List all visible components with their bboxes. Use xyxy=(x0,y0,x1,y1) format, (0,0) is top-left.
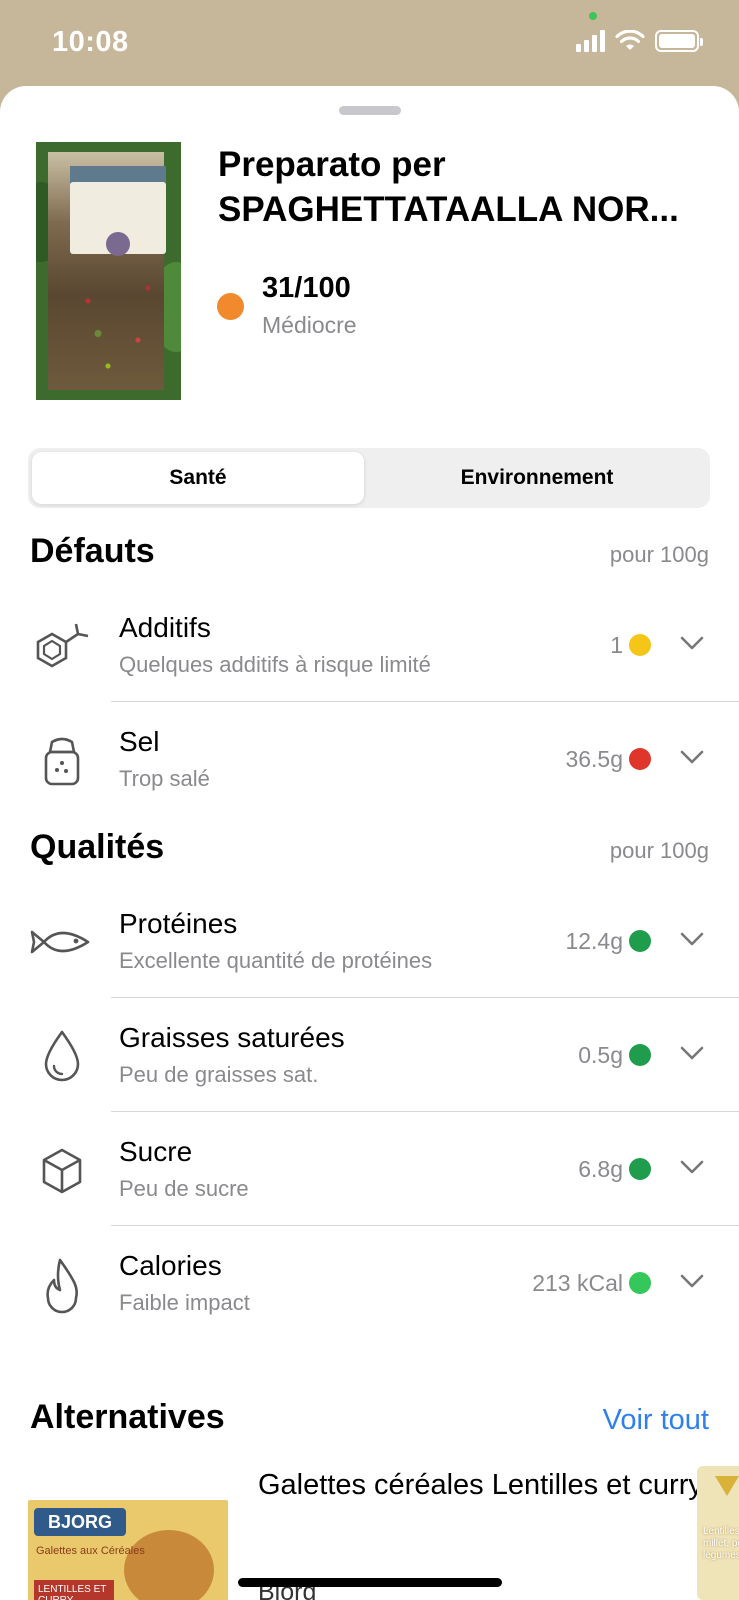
package-band-text: LENTILLES ET CURRY xyxy=(34,1580,114,1600)
molecule-icon xyxy=(36,623,89,668)
chevron-down-icon[interactable] xyxy=(679,1268,705,1294)
row-value: 0.5g xyxy=(578,1042,623,1068)
sheet-grabber[interactable] xyxy=(339,106,401,115)
brand-logo: BJORG xyxy=(34,1508,126,1536)
row-additifs[interactable]: Additifs Quelques additifs à risque limi… xyxy=(0,588,739,702)
row-subtitle: Excellente quantité de protéines xyxy=(119,948,433,973)
defauts-unit: pour 100g xyxy=(609,542,709,567)
cellular-signal-icon xyxy=(576,30,605,52)
alternative-title[interactable]: Galettes céréales Lentilles et curry xyxy=(258,1466,703,1504)
battery-icon xyxy=(655,30,703,52)
row-sucre[interactable]: Sucre Peu de sucre 6.8g xyxy=(0,1112,739,1226)
rating-dot xyxy=(629,748,651,770)
sugar-cube-icon xyxy=(42,1148,82,1194)
alternative-image[interactable]: BJORG Galettes aux Céréales LENTILLES ET… xyxy=(28,1500,228,1600)
row-title: Sucre xyxy=(119,1136,193,1167)
row-graisses-saturees[interactable]: Graisses saturées Peu de graisses sat. 0… xyxy=(0,998,739,1112)
see-all-link[interactable]: Voir tout xyxy=(603,1404,709,1437)
row-title: Protéines xyxy=(119,908,238,939)
chevron-down-icon[interactable] xyxy=(679,1154,705,1180)
package-text: Lentilles millet, petits légumes xyxy=(703,1526,739,1561)
row-value: 213 kCal xyxy=(532,1270,623,1296)
score-label: Médiocre xyxy=(262,312,357,338)
package-text: Galettes aux Céréales xyxy=(36,1545,145,1557)
score-value: 31/100 xyxy=(262,272,351,304)
status-icons xyxy=(576,30,703,52)
section-title-defauts: Défauts xyxy=(30,532,155,570)
rating-dot xyxy=(629,1272,651,1294)
score-indicator-dot xyxy=(217,293,244,320)
product-image xyxy=(36,142,181,400)
rating-dot xyxy=(629,1044,651,1066)
status-bar: 10:08 xyxy=(0,0,739,86)
fish-icon xyxy=(30,930,90,954)
chevron-down-icon[interactable] xyxy=(679,1040,705,1066)
chevron-down-icon[interactable] xyxy=(679,744,705,770)
row-sel[interactable]: Sel Trop salé 36.5g xyxy=(0,702,739,816)
rating-dot xyxy=(629,1158,651,1180)
salt-shaker-icon xyxy=(44,737,80,786)
row-subtitle: Peu de sucre xyxy=(119,1176,249,1201)
chevron-down-icon[interactable] xyxy=(679,630,705,656)
rating-dot xyxy=(629,634,651,656)
section-title-alternatives: Alternatives xyxy=(30,1398,225,1436)
flame-icon xyxy=(46,1258,78,1314)
row-subtitle: Peu de graisses sat. xyxy=(119,1062,319,1087)
alternative-image-next[interactable]: Lentilles millet, petits légumes xyxy=(697,1466,739,1600)
tab-sante[interactable]: Santé xyxy=(32,452,364,504)
row-title: Sel xyxy=(119,726,160,757)
row-proteines[interactable]: Protéines Excellente quantité de protéin… xyxy=(0,884,739,998)
section-title-qualites: Qualités xyxy=(30,828,165,866)
rating-dot xyxy=(629,930,651,952)
home-indicator[interactable] xyxy=(238,1578,502,1587)
row-subtitle: Quelques additifs à risque limité xyxy=(119,652,431,677)
status-time: 10:08 xyxy=(52,26,129,58)
camera-indicator-dot xyxy=(589,12,597,20)
row-subtitle: Faible impact xyxy=(119,1290,250,1315)
row-value: 1 xyxy=(610,632,623,658)
tab-environnement[interactable]: Environnement xyxy=(368,452,706,504)
tab-switcher: Santé Environnement xyxy=(28,448,710,508)
drop-icon xyxy=(44,1030,80,1082)
wifi-icon xyxy=(615,30,645,50)
row-title: Additifs xyxy=(119,612,211,643)
product-title: Preparato per SPAGHETTATAALLA NOR... xyxy=(218,145,679,229)
row-value: 12.4g xyxy=(565,928,623,954)
row-subtitle: Trop salé xyxy=(119,766,210,791)
product-sheet: Preparato per SPAGHETTATAALLA NOR... 31/… xyxy=(0,86,739,1600)
row-title: Graisses saturées xyxy=(119,1022,345,1053)
row-title: Calories xyxy=(119,1250,222,1281)
chevron-down-icon[interactable] xyxy=(679,926,705,952)
row-value: 6.8g xyxy=(578,1156,623,1182)
row-value: 36.5g xyxy=(565,746,623,772)
qualites-unit: pour 100g xyxy=(609,838,709,863)
row-calories[interactable]: Calories Faible impact 213 kCal xyxy=(0,1226,739,1340)
